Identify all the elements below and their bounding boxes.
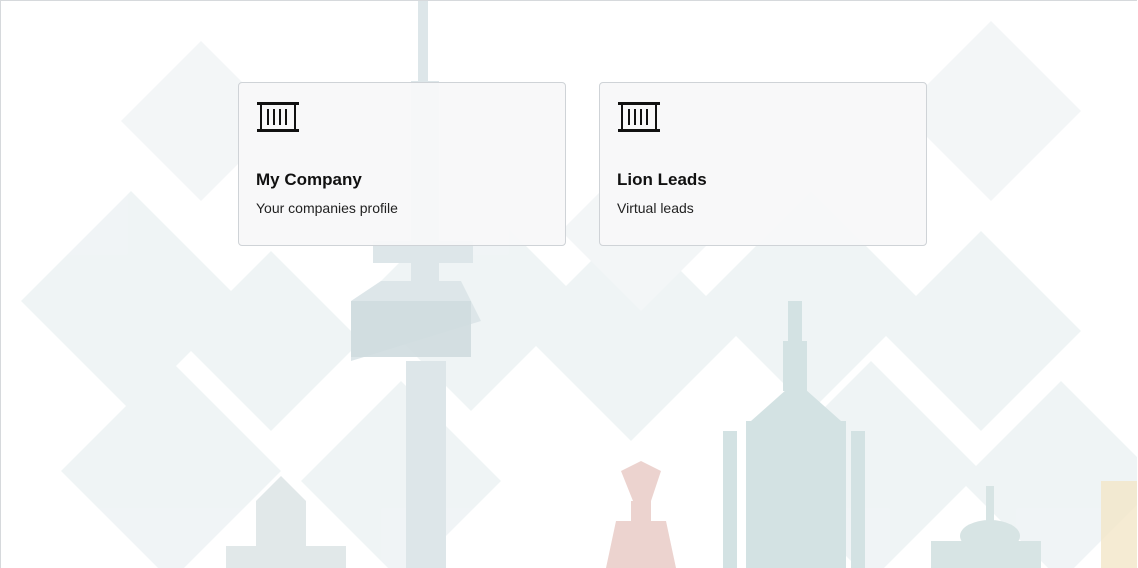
card-title: My Company: [256, 170, 362, 189]
card-title: Lion Leads: [617, 170, 707, 189]
app-frame: My Company Your companies profile Lion L…: [0, 0, 1137, 568]
tower-base: [351, 301, 471, 357]
lion-leads-card[interactable]: Lion Leads Virtual leads: [599, 82, 927, 246]
my-company-card[interactable]: My Company Your companies profile: [238, 82, 566, 246]
right-edge-block: [1101, 481, 1137, 568]
card-subtitle: Your companies profile: [256, 200, 398, 216]
building-columns-icon: [257, 102, 299, 132]
skyline-background: [21, 1, 1137, 568]
card-subtitle: Virtual leads: [617, 200, 694, 216]
building-columns-icon: [618, 102, 660, 132]
angel-monument: [606, 461, 676, 568]
